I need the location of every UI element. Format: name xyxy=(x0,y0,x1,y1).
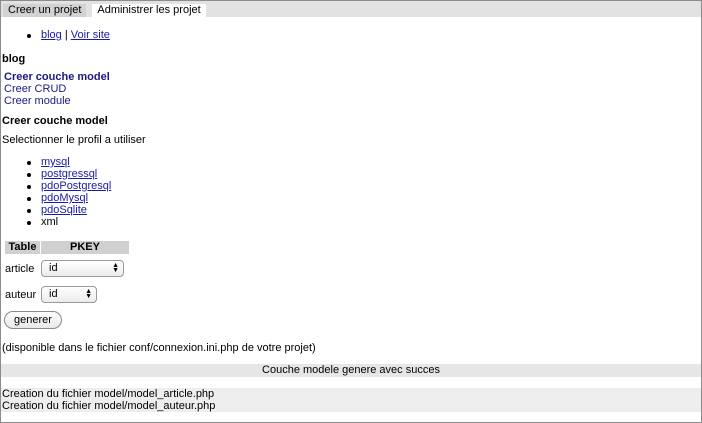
section-heading: Creer couche model xyxy=(2,115,108,127)
menu-creer-crud[interactable]: Creer CRUD xyxy=(4,83,110,95)
row-label-auteur: auteur xyxy=(5,289,37,301)
list-item: pdoMysql xyxy=(26,192,111,204)
pkey-select-auteur[interactable]: id ▲ ▼ xyxy=(41,286,97,303)
profile-prompt: Selectionner le profil a utiliser xyxy=(2,134,146,146)
pkey-table: Table PKEY xyxy=(4,241,130,254)
up-down-arrows-icon: ▲ ▼ xyxy=(85,288,92,300)
project-nav-item: blog | Voir site xyxy=(27,29,110,42)
action-menu: Creer couche model Creer CRUD Creer modu… xyxy=(4,71,110,107)
log-line: Creation du fichier model/model_auteur.p… xyxy=(2,400,216,412)
project-heading: blog xyxy=(2,53,26,65)
menu-creer-module[interactable]: Creer module xyxy=(4,95,110,107)
list-item: pdoSqlite xyxy=(26,204,111,216)
up-down-arrows-icon: ▲ ▼ xyxy=(112,262,119,274)
tab-bar: Creer un projet Administrer les projet xyxy=(1,1,701,17)
blog-link[interactable]: blog xyxy=(41,29,62,41)
profile-link-pdosqlite[interactable]: pdoSqlite xyxy=(41,204,87,216)
profile-link-pdopostgresql[interactable]: pdoPostgresql xyxy=(41,180,111,192)
table-header-pkey: PKEY xyxy=(41,241,129,254)
voir-site-link[interactable]: Voir site xyxy=(71,29,110,41)
nav-separator: | xyxy=(64,29,68,41)
connexion-note: (disponible dans le fichier conf/connexi… xyxy=(2,342,316,354)
menu-creer-couche-model[interactable]: Creer couche model xyxy=(4,71,110,83)
row-label-article: article xyxy=(5,263,35,275)
profile-link-postgressql[interactable]: postgressql xyxy=(41,168,97,180)
table-header-table: Table xyxy=(5,241,40,254)
tab-administrer-projet[interactable]: Administrer les projet xyxy=(92,4,206,17)
app-window: Creer un projet Administrer les projet b… xyxy=(0,0,702,423)
list-item: postgressql xyxy=(26,168,111,180)
project-nav: blog | Voir site xyxy=(27,29,110,42)
list-item: pdoPostgresql xyxy=(26,180,111,192)
pkey-select-value: id xyxy=(49,262,58,274)
pkey-select-value: id xyxy=(49,288,58,300)
profile-link-mysql[interactable]: mysql xyxy=(41,156,70,168)
profile-list: mysql postgressql pdoPostgresql pdoMysql… xyxy=(26,156,111,228)
tab-creer-projet[interactable]: Creer un projet xyxy=(3,4,87,17)
creation-log: Creation du fichier model/model_article.… xyxy=(1,388,701,412)
success-message: Couche modele genere avec succes xyxy=(1,364,701,377)
list-item: mysql xyxy=(26,156,111,168)
profile-link-pdomysql[interactable]: pdoMysql xyxy=(41,192,88,204)
profile-item-xml: xml xyxy=(41,216,59,228)
pkey-select-article[interactable]: id ▲ ▼ xyxy=(41,260,124,277)
generer-button[interactable]: generer xyxy=(4,311,62,329)
list-item: xml xyxy=(26,216,111,228)
log-line: Creation du fichier model/model_article.… xyxy=(2,388,215,400)
